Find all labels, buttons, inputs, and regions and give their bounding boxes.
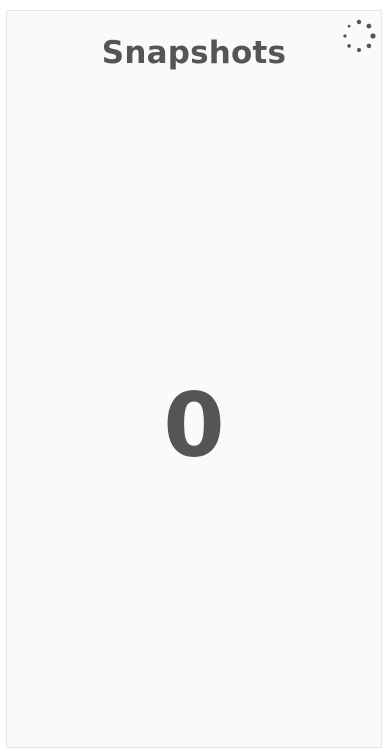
widget-title: Snapshots (101, 35, 287, 71)
snapshots-widget: Snapshots 0 (6, 10, 382, 748)
snapshot-count: 0 (163, 374, 225, 477)
loading-spinner-icon (343, 19, 376, 52)
